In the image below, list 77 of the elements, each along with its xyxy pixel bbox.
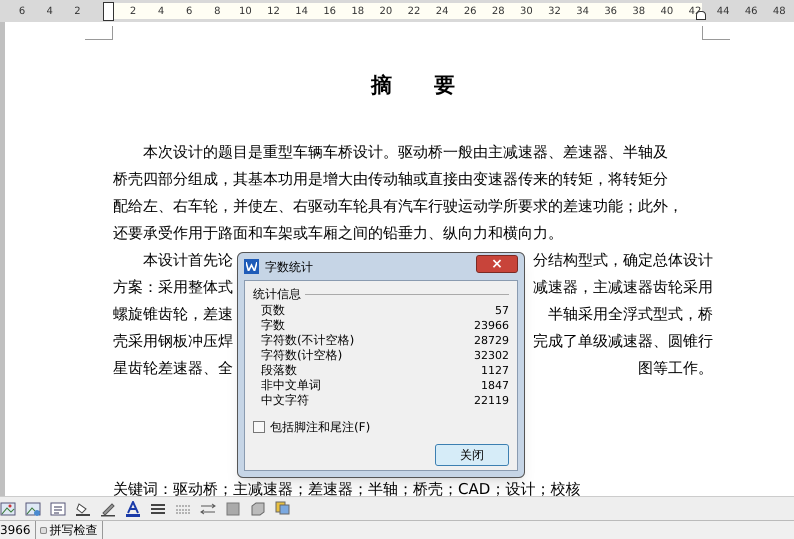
text-line: 分结构型式，确定总体设计 — [533, 250, 713, 271]
stat-label: 中文字符 — [261, 393, 309, 408]
text-line: 减速器，主减速器齿轮采用 — [533, 277, 713, 298]
word-count: 3966 — [0, 521, 36, 539]
font-color-icon[interactable] — [125, 500, 141, 516]
group-label: 统计信息 — [253, 286, 301, 303]
text-line: 完成了单级减速器、圆锥行 — [533, 331, 713, 352]
dialog-title: 字数统计 — [265, 258, 313, 276]
stat-value: 32302 — [474, 348, 509, 363]
ruler-number: 6 — [185, 5, 194, 19]
ruler-number: 24 — [434, 5, 450, 19]
ruler-number: 10 — [238, 5, 253, 19]
stat-label: 页数 — [261, 303, 285, 318]
keywords-line: 关键词：驱动桥；主减速器；差速器；半轴；桥壳；CAD；设计；校核 — [113, 479, 580, 500]
ruler-number: 20 — [378, 5, 394, 19]
text-line: 壳采用钢板冲压焊 — [113, 331, 233, 352]
text-line: 配给左、右车轮，并使左、右驱动车轮具有汽车行驶运动学所要求的差速功能；此外， — [113, 196, 683, 217]
ruler-number: 48 — [772, 5, 787, 19]
text-line: 半轴采用全浮式型式，桥 — [548, 304, 713, 325]
close-button[interactable]: × — [476, 254, 518, 272]
ruler-number: 6 — [18, 5, 26, 19]
ruler-number: 30 — [519, 5, 534, 19]
ruler-number: 18 — [350, 5, 366, 19]
text-box-icon[interactable] — [50, 500, 66, 516]
ruler-number: 40 — [660, 5, 674, 19]
ruler-number: 22 — [406, 5, 422, 19]
ruler-number: 8 — [213, 5, 222, 19]
ruler-number: 26 — [462, 5, 478, 19]
ruler-number: 34 — [575, 5, 590, 19]
stat-label: 字数 — [261, 318, 285, 333]
select-objects-icon[interactable] — [275, 500, 291, 516]
document-title: 摘 要 — [370, 72, 456, 99]
stat-label: 字符数(计空格) — [261, 348, 342, 363]
close-dialog-button[interactable]: 关闭 — [435, 444, 509, 466]
ruler-number: 46 — [744, 5, 759, 19]
text-line: 桥壳四部分组成，其基本功用是增大由传动轴或直接由变速器传来的转矩，将转矩分 — [113, 169, 668, 190]
checkbox[interactable] — [253, 421, 265, 433]
text-line: 本设计首先论 — [142, 250, 233, 271]
indent-marker[interactable] — [103, 2, 114, 21]
picture-icon[interactable] — [25, 500, 41, 516]
text-line: 图等工作。 — [638, 358, 713, 379]
app-logo-icon — [244, 259, 259, 274]
pen-icon[interactable] — [100, 500, 116, 516]
ruler-number: 2 — [73, 5, 82, 19]
text-line: 方案：采用整体式 — [113, 277, 233, 298]
ruler-number: 32 — [547, 5, 562, 19]
stat-value: 28729 — [474, 333, 509, 348]
margin-corner-mark — [85, 26, 113, 40]
margin-corner-mark — [702, 26, 730, 40]
text-line: 星齿轮差速器、全 — [113, 358, 233, 379]
ruler-number: 36 — [603, 5, 618, 19]
fill-bucket-icon[interactable] — [75, 500, 91, 516]
ruler-number: 4 — [156, 5, 166, 19]
ruler-number: 28 — [490, 5, 506, 19]
text-line: 本次设计的题目是重型车辆车桥设计。驱动桥一般由主减速器、差速器、半轴及 — [142, 142, 668, 163]
picture-icon[interactable] — [0, 500, 16, 516]
stat-value: 1127 — [481, 363, 509, 378]
stat-label: 字符数(不计空格) — [261, 333, 354, 348]
stat-value: 57 — [495, 303, 509, 318]
ruler-number: 16 — [322, 5, 338, 19]
ruler-number: 44 — [716, 5, 730, 19]
ruler-number: 4 — [46, 5, 54, 19]
cube-icon[interactable] — [250, 500, 266, 516]
ruler-number: 2 — [128, 5, 138, 19]
checkbox-label: 包括脚注和尾注(F) — [270, 419, 370, 436]
ruler-number: 12 — [266, 5, 281, 19]
ruler-number: 14 — [294, 5, 309, 19]
stat-label: 非中文单词 — [261, 378, 321, 393]
text-line: 还要承受作用于路面和车架或车厢之间的铅垂力、纵向力和横向力。 — [113, 223, 563, 244]
text-line: 螺旋锥齿轮，差速 — [113, 304, 233, 325]
stat-value: 22119 — [474, 393, 509, 408]
arrow-style-icon[interactable] — [200, 500, 216, 516]
ruler-number: 38 — [631, 5, 646, 19]
stat-value: 1847 — [481, 378, 509, 393]
stat-value: 23966 — [474, 318, 509, 333]
spell-check-label[interactable]: 拼写检查 — [50, 521, 98, 539]
stat-label: 段落数 — [261, 363, 297, 378]
